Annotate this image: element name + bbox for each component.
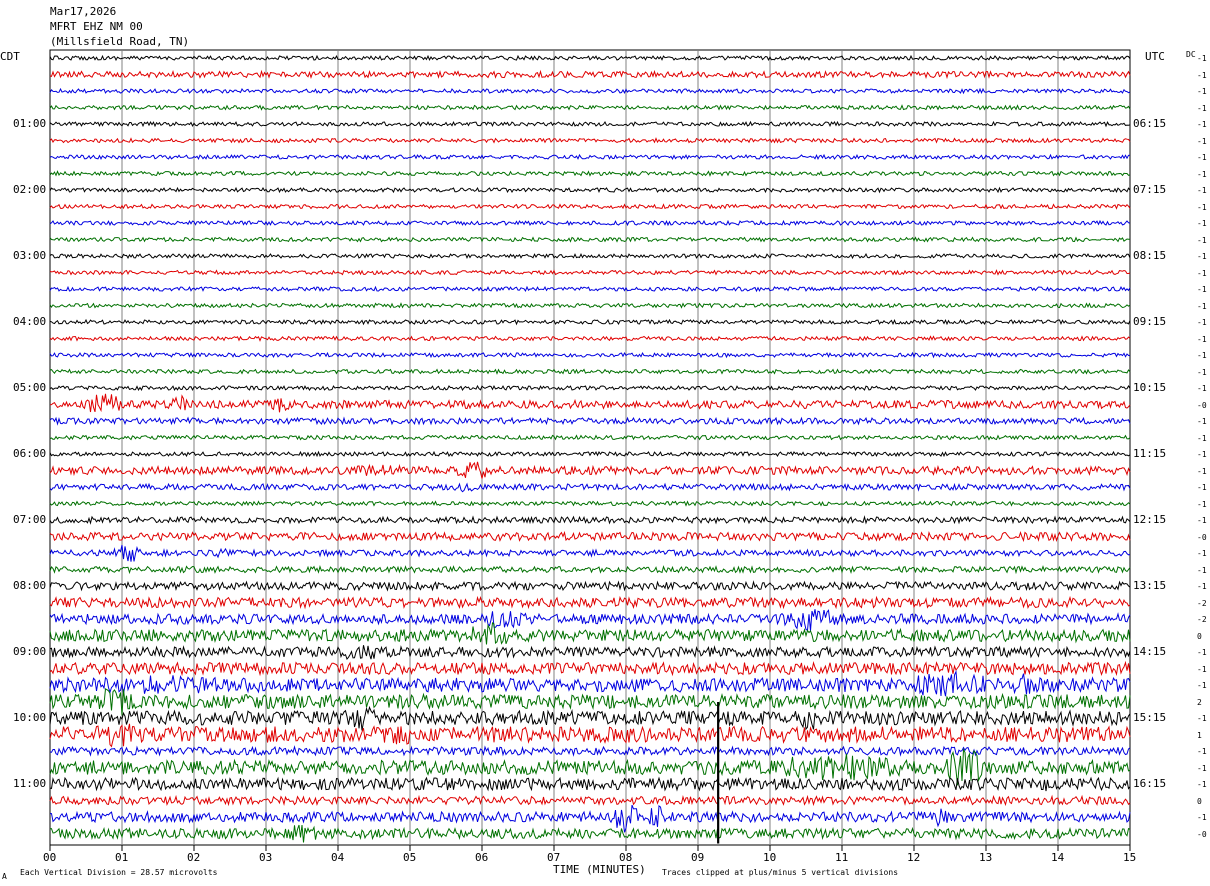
trace-row	[49, 104, 1131, 111]
trace-row	[49, 434, 1131, 441]
trace-row	[49, 660, 1131, 677]
trace-row	[49, 186, 1131, 194]
trace-row	[49, 368, 1131, 375]
trace-row	[49, 87, 1131, 95]
corner-mark: A	[2, 872, 7, 881]
trace-row	[49, 515, 1131, 525]
trace-row	[49, 69, 1131, 80]
helicorder-plot	[49, 49, 1131, 851]
trace-row	[49, 384, 1131, 392]
trace-row	[49, 565, 1131, 575]
trace-row	[49, 393, 1131, 413]
trace-row	[49, 609, 1131, 631]
trace-row	[49, 688, 1131, 716]
trace-row	[49, 621, 1131, 645]
trace-row	[49, 723, 1131, 748]
trace-row	[49, 794, 1131, 807]
trace-row	[49, 269, 1131, 276]
trace-row	[49, 203, 1131, 210]
trace-row	[49, 530, 1131, 543]
trace-row	[49, 416, 1131, 426]
trace-row	[49, 318, 1131, 326]
trace-row	[49, 137, 1131, 144]
trace-row	[49, 824, 1131, 843]
trace-row	[49, 252, 1131, 260]
trace-row	[49, 747, 1131, 786]
scale-note: Each Vertical Division = 28.57 microvolt…	[20, 868, 218, 877]
trace-row	[49, 500, 1131, 507]
trace-row	[49, 669, 1131, 697]
trace-row	[49, 482, 1131, 493]
trace-row	[49, 302, 1131, 309]
trace-row	[49, 580, 1131, 592]
trace-row	[49, 219, 1131, 227]
trace-row	[49, 745, 1131, 757]
trace-row	[49, 804, 1131, 833]
trace-row	[49, 285, 1131, 293]
trace-row	[49, 170, 1131, 177]
trace-row	[49, 776, 1131, 792]
trace-row	[49, 544, 1131, 562]
trace-row	[49, 595, 1131, 610]
x-axis-label: TIME (MINUTES)	[553, 863, 646, 876]
trace-row	[49, 153, 1131, 161]
trace-row	[49, 236, 1131, 243]
trace-row	[49, 54, 1131, 62]
trace-row	[49, 120, 1131, 128]
trace-row	[49, 645, 1131, 660]
trace-row	[49, 705, 1131, 731]
clip-note: Traces clipped at plus/minus 5 vertical …	[662, 868, 899, 877]
trace-row	[49, 461, 1131, 479]
plot-frame	[49, 49, 1131, 846]
trace-row	[49, 335, 1131, 342]
trace-row	[49, 450, 1131, 458]
trace-row	[49, 351, 1131, 359]
